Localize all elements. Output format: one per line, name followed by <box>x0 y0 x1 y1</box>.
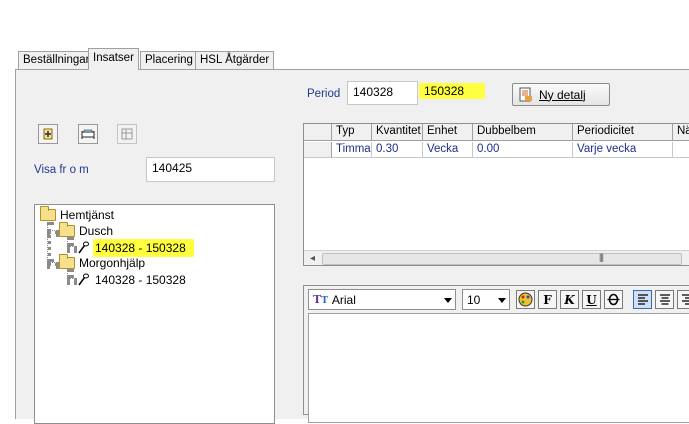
tab-bestallningar[interactable]: Beställningar <box>18 51 94 69</box>
spoon-icon <box>77 241 89 255</box>
scroll-left-icon[interactable]: ◂ <box>310 253 315 264</box>
tree-leaf-dusch-period[interactable]: 140328 - 150328 <box>77 239 194 257</box>
grid-cell[interactable] <box>673 142 689 158</box>
italic-button[interactable]: K <box>560 290 579 309</box>
grid-header-na[interactable]: Nä <box>673 124 689 141</box>
visa-from-label: Visa fr o m <box>34 164 89 176</box>
grid-cell[interactable]: Vecka <box>423 142 473 158</box>
folder-icon <box>40 209 56 221</box>
tree-node-label: Hemtjänst <box>60 208 114 222</box>
insats-tree[interactable]: Hemtjänst Dusch 140328 - 150328 Morgonhj… <box>34 204 275 424</box>
tree-node-hemtjanst[interactable]: Hemtjänst <box>40 208 114 222</box>
grid-header-kvantitet[interactable]: Kvantitet <box>372 124 423 141</box>
period-from-field[interactable]: 140328 <box>347 81 418 105</box>
grid-header-enhet[interactable]: Enhet <box>423 124 473 141</box>
bold-button[interactable]: F <box>538 290 557 309</box>
tree-leaf-morgonhjalp-period[interactable]: 140328 - 150328 <box>77 271 188 289</box>
align-right-button[interactable] <box>677 290 689 309</box>
tab-insatser[interactable]: Insatser <box>88 48 139 70</box>
grid-header-periodicitet[interactable]: Periodicitet <box>573 124 673 141</box>
document-icon <box>519 87 533 102</box>
grip-icon: ||| <box>599 252 603 262</box>
visa-from-field[interactable]: 140425 <box>146 157 275 182</box>
tree-node-label: Dusch <box>79 224 113 238</box>
grid-cell[interactable]: 0.30 <box>372 142 423 158</box>
editor-text-area[interactable] <box>308 313 689 423</box>
folder-icon <box>59 225 75 237</box>
underline-button[interactable]: U <box>582 290 601 309</box>
strikethrough-icon <box>607 293 620 306</box>
detail-grid[interactable]: Typ Kvantitet Enhet Dubbelbem Periodicit… <box>303 123 689 266</box>
grid-cell[interactable]: 0.00 <box>473 142 573 158</box>
strikethrough-button[interactable] <box>604 290 623 309</box>
scrollbar-thumb[interactable]: ||| <box>322 253 682 265</box>
palette-icon <box>518 292 533 307</box>
tree-node-label: Morgonhjälp <box>79 256 145 270</box>
align-center-icon <box>659 294 671 305</box>
grid-header-dubbelbem[interactable]: Dubbelbem <box>473 124 573 141</box>
font-size-value: 10 <box>467 293 480 307</box>
tree-node-dusch[interactable]: Dusch <box>59 224 113 238</box>
align-right-icon <box>681 294 689 305</box>
rich-text-editor: TT Arial 10 F K U <box>303 285 689 415</box>
color-picker-button[interactable] <box>516 290 535 309</box>
font-select-value: Arial <box>332 293 356 307</box>
period-to-value: 150328 <box>419 83 485 99</box>
spoon-icon <box>77 273 89 287</box>
grid-row-header-corner <box>304 124 332 141</box>
add-person-icon <box>41 127 55 141</box>
grid-cell[interactable]: Varje vecka <box>573 142 673 158</box>
bed-button[interactable] <box>78 124 98 144</box>
tab-placering[interactable]: Placering <box>140 51 198 69</box>
disabled-tool-button[interactable] <box>117 124 137 144</box>
grid-horizontal-scrollbar[interactable]: ◂ ||| <box>304 250 689 266</box>
new-detail-label: Ny detalj <box>539 88 586 102</box>
tab-hsl-atgarder[interactable]: HSL Åtgärder <box>195 51 274 69</box>
grid-row-selector[interactable] <box>304 142 332 158</box>
font-type-icon: TT <box>313 293 328 306</box>
folder-icon <box>59 257 75 269</box>
tree-leaf-label: 140328 - 150328 <box>93 239 194 257</box>
new-detail-button[interactable]: Ny detalj <box>512 83 610 106</box>
tree-node-morgonhjalp[interactable]: Morgonhjälp <box>59 256 145 270</box>
period-label: Period <box>307 88 340 100</box>
font-size-select[interactable]: 10 <box>462 289 510 310</box>
grid-cell[interactable]: Timmar <box>332 142 372 158</box>
add-insats-button[interactable] <box>38 124 58 144</box>
align-center-button[interactable] <box>655 290 674 309</box>
font-select[interactable]: TT Arial <box>308 289 456 310</box>
grid-icon <box>120 127 134 141</box>
period-to-field[interactable]: 150328 <box>419 81 490 105</box>
chevron-down-icon <box>498 298 506 303</box>
bed-icon <box>80 127 96 141</box>
align-left-button[interactable] <box>633 290 652 309</box>
align-left-icon <box>637 294 649 305</box>
tree-leaf-label: 140328 - 150328 <box>93 271 188 289</box>
grid-header-typ[interactable]: Typ <box>332 124 372 141</box>
chevron-down-icon <box>444 298 452 303</box>
